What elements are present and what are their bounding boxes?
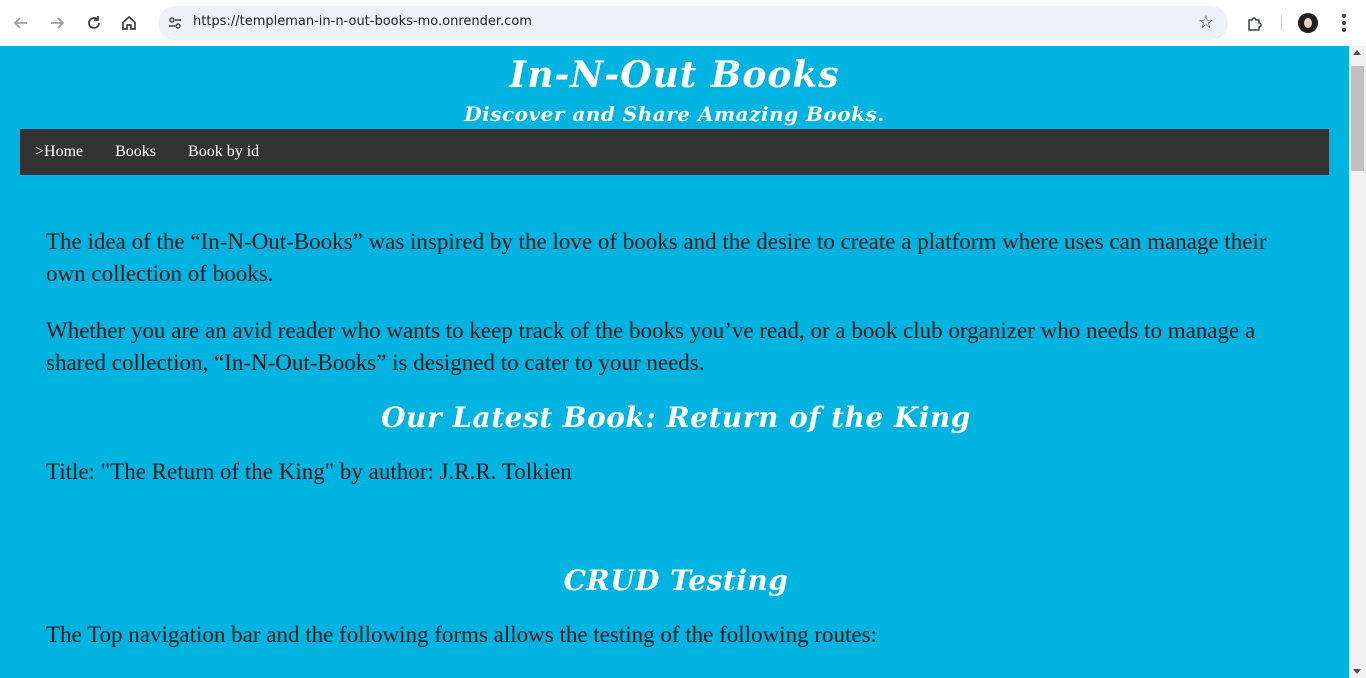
top-navigation-bar: >Home Books Book by id <box>20 129 1329 175</box>
scroll-down-arrow-icon[interactable] <box>1353 669 1361 674</box>
vertical-scrollbar[interactable] <box>1349 46 1366 678</box>
forward-arrow-icon[interactable] <box>45 11 69 35</box>
nav-home-link[interactable]: >Home <box>35 143 83 161</box>
scroll-up-arrow-icon[interactable] <box>1353 50 1361 55</box>
scrollbar-thumb[interactable] <box>1351 66 1364 171</box>
address-bar[interactable]: https://templeman-in-n-out-books-mo.onre… <box>158 6 1228 40</box>
site-subtitle: Discover and Share Amazing Books. <box>464 102 885 126</box>
nav-book-by-id-link[interactable]: Book by id <box>188 143 259 161</box>
profile-avatar[interactable] <box>1298 13 1318 33</box>
intro-paragraph-2: Whether you are an avid reader who wants… <box>46 318 1256 375</box>
nav-books-link[interactable]: Books <box>115 143 156 161</box>
latest-book-heading: Our Latest Book: Return of the King <box>381 401 971 434</box>
latest-book-text: Title: "The Return of the King" by autho… <box>46 459 572 484</box>
url-text[interactable]: https://templeman-in-n-out-books-mo.onre… <box>193 14 532 29</box>
crud-testing-text: The Top navigation bar and the following… <box>46 622 877 647</box>
reload-icon[interactable] <box>82 11 106 35</box>
home-icon[interactable] <box>117 11 141 35</box>
crud-testing-heading: CRUD Testing <box>563 564 789 597</box>
puzzle-icon[interactable] <box>1243 11 1267 35</box>
kebab-menu-icon[interactable] <box>1336 11 1352 35</box>
page-viewport: In-N-Out Books Discover and Share Amazin… <box>0 46 1349 678</box>
star-icon[interactable]: ☆ <box>1198 12 1214 33</box>
main-content: The idea of the “In-N-Out-Books” was ins… <box>46 226 1306 676</box>
back-arrow-icon[interactable] <box>9 11 33 35</box>
tune-icon[interactable] <box>165 13 185 33</box>
intro-paragraph-1: The idea of the “In-N-Out-Books” was ins… <box>46 229 1267 286</box>
toolbar-divider <box>1281 15 1282 31</box>
browser-toolbar: https://templeman-in-n-out-books-mo.onre… <box>0 0 1366 46</box>
site-title: In-N-Out Books <box>509 54 840 96</box>
